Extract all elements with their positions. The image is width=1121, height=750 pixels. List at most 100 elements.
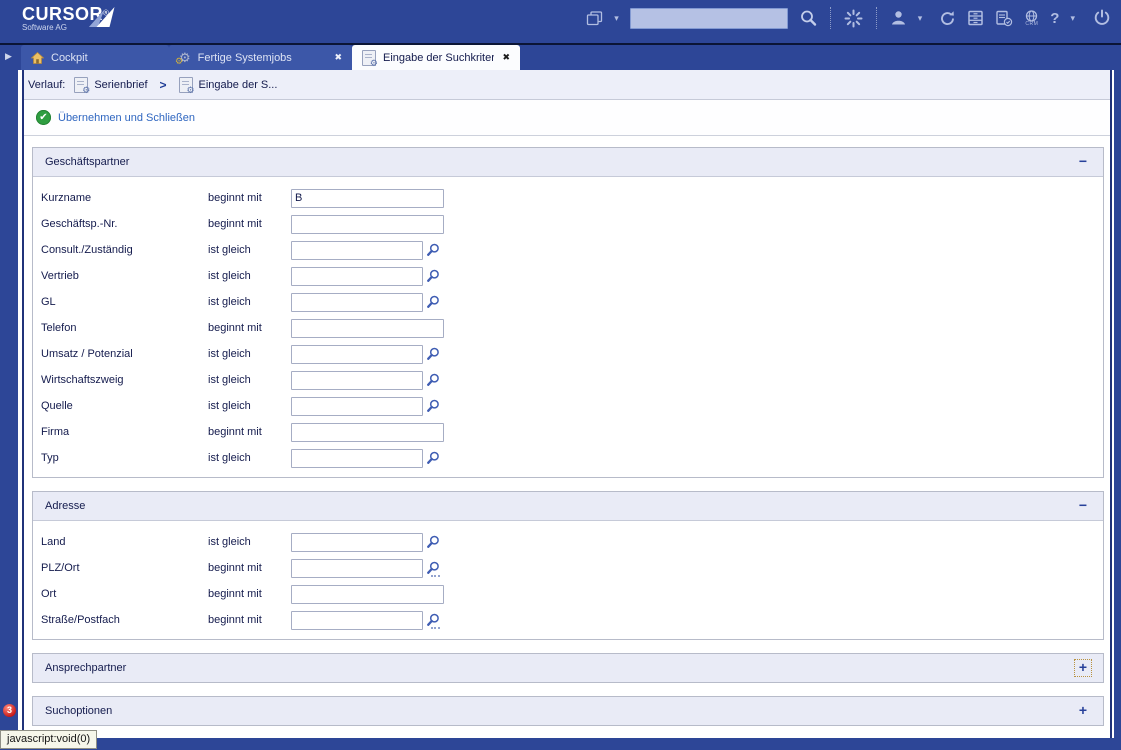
form-row: Vertrieb ist gleich: [41, 263, 1103, 289]
field-label: Umsatz / Potenzial: [41, 348, 208, 360]
field-label: Typ: [41, 452, 208, 464]
expand-button[interactable]: +: [1075, 703, 1091, 719]
field-label: Telefon: [41, 322, 208, 334]
form-row: PLZ/Ort beginnt mit: [41, 555, 1103, 581]
panel-list: Geschäftspartner − Kurzname beginnt mit …: [24, 136, 1110, 726]
document-edit-icon[interactable]: [995, 10, 1013, 27]
form-row: Wirtschaftszweig ist gleich: [41, 367, 1103, 393]
expand-button[interactable]: +: [1075, 660, 1091, 676]
field-operator: ist gleich: [208, 536, 291, 548]
left-rail: [0, 70, 18, 738]
field-input[interactable]: [291, 585, 444, 604]
lookup-search-icon[interactable]: [426, 347, 440, 361]
collapse-button[interactable]: −: [1075, 498, 1091, 514]
home-icon: [31, 52, 44, 64]
field-label: Ort: [41, 588, 208, 600]
lookup-search-icon[interactable]: [426, 373, 440, 387]
form-row: Ort beginnt mit: [41, 581, 1103, 607]
form-row: Umsatz / Potenzial ist gleich: [41, 341, 1103, 367]
notification-badge[interactable]: 3: [3, 704, 16, 717]
field-operator: ist gleich: [208, 348, 291, 360]
field-input[interactable]: [291, 559, 423, 578]
panel-header[interactable]: Adresse −: [33, 492, 1103, 521]
field-label: Vertrieb: [41, 270, 208, 282]
breadcrumb: Verlauf: ⚙ Serienbrief > ⚙ Eingabe der S…: [24, 70, 1110, 100]
breadcrumb-item-label: Serienbrief: [94, 79, 147, 91]
tab-eingabe-der-suchkriterien[interactable]: ⚙ Eingabe der Suchkriteri... ✖: [352, 45, 520, 70]
form-row: Land ist gleich: [41, 529, 1103, 555]
field-label: GL: [41, 296, 208, 308]
lookup-search-icon[interactable]: [426, 535, 440, 549]
archive-icon[interactable]: [967, 10, 984, 26]
refresh-icon[interactable]: [939, 10, 956, 27]
close-icon[interactable]: ✖: [494, 53, 510, 62]
field-label: Kurzname: [41, 192, 208, 204]
field-operator: beginnt mit: [208, 426, 291, 438]
power-icon[interactable]: [1093, 9, 1111, 27]
form-row: Kurzname beginnt mit: [41, 185, 1103, 211]
apply-and-close-label: Übernehmen und Schließen: [58, 112, 195, 124]
tab-label: Fertige Systemjobs: [198, 52, 292, 64]
help-icon[interactable]: ?: [1050, 11, 1059, 26]
field-input[interactable]: [291, 423, 444, 442]
close-icon[interactable]: ✖: [326, 53, 342, 62]
action-toolbar: ✔ Übernehmen und Schließen: [24, 100, 1110, 136]
app-header: CURSOR® Software AG ▾: [0, 0, 1121, 43]
field-input[interactable]: [291, 533, 423, 552]
lookup-search-icon[interactable]: [426, 399, 440, 413]
field-input[interactable]: [291, 397, 423, 416]
apply-and-close-button[interactable]: ✔ Übernehmen und Schließen: [36, 110, 195, 125]
panel-header[interactable]: Suchoptionen +: [33, 697, 1103, 725]
form-row: Geschäftsp.-Nr. beginnt mit: [41, 211, 1103, 237]
global-search-input[interactable]: [630, 8, 788, 29]
caret-down-icon[interactable]: ▾: [1070, 13, 1075, 24]
lookup-search-icon[interactable]: [426, 295, 440, 309]
field-input[interactable]: [291, 449, 423, 468]
breadcrumb-item-eingabe[interactable]: ⚙ Eingabe der S...: [179, 77, 278, 93]
field-input[interactable]: [291, 345, 423, 364]
panel-adresse: Adresse − Land ist gleich PLZ/Ort beginn…: [32, 491, 1104, 640]
field-operator: ist gleich: [208, 374, 291, 386]
field-input[interactable]: [291, 267, 423, 286]
field-input[interactable]: [291, 611, 423, 630]
field-operator: ist gleich: [208, 270, 291, 282]
tab-fertige-systemjobs[interactable]: ⚙⚙ Fertige Systemjobs ✖: [169, 45, 352, 70]
globe-caption: CRM: [1025, 22, 1038, 27]
field-input[interactable]: [291, 189, 444, 208]
caret-down-icon[interactable]: ▾: [918, 13, 923, 24]
panel-ansprechpartner: Ansprechpartner +: [32, 653, 1104, 683]
windows-stack-icon[interactable]: [586, 11, 603, 26]
collapse-button[interactable]: −: [1075, 154, 1091, 170]
user-icon[interactable]: [890, 10, 907, 26]
form-row: Straße/Postfach beginnt mit: [41, 607, 1103, 633]
field-input[interactable]: [291, 371, 423, 390]
lookup-search-icon[interactable]: [426, 561, 440, 575]
caret-down-icon[interactable]: ▾: [614, 13, 619, 24]
field-label: Wirtschaftszweig: [41, 374, 208, 386]
breadcrumb-item-serienbrief[interactable]: ⚙ Serienbrief: [74, 77, 147, 93]
document-gear-icon: ⚙: [74, 77, 88, 93]
field-operator: beginnt mit: [208, 562, 291, 574]
field-operator: ist gleich: [208, 400, 291, 412]
panel-header[interactable]: Geschäftspartner −: [33, 148, 1103, 177]
lookup-search-icon[interactable]: [426, 451, 440, 465]
field-label: Geschäftsp.-Nr.: [41, 218, 208, 230]
field-input[interactable]: [291, 215, 444, 234]
panel-body: Land ist gleich PLZ/Ort beginnt mit Ort …: [33, 521, 1103, 639]
lookup-search-icon[interactable]: [426, 269, 440, 283]
panel-header[interactable]: Ansprechpartner +: [33, 654, 1103, 682]
status-link-hint: javascript:void(0): [0, 730, 97, 749]
search-icon[interactable]: [799, 9, 817, 27]
lookup-search-icon[interactable]: [426, 243, 440, 257]
field-input[interactable]: [291, 241, 423, 260]
tab-cockpit[interactable]: Cockpit: [21, 45, 169, 70]
tab-label: Eingabe der Suchkriteri...: [383, 52, 494, 64]
spinner-icon[interactable]: [844, 9, 863, 28]
field-input[interactable]: [291, 293, 423, 312]
field-input[interactable]: [291, 319, 444, 338]
panel-title: Adresse: [45, 500, 85, 512]
lookup-search-icon[interactable]: [426, 613, 440, 627]
globe-crm-icon[interactable]: CRM: [1024, 10, 1039, 27]
main-content: Verlauf: ⚙ Serienbrief > ⚙ Eingabe der S…: [22, 70, 1112, 738]
tab-overflow-arrow-icon[interactable]: ▶: [5, 51, 12, 62]
